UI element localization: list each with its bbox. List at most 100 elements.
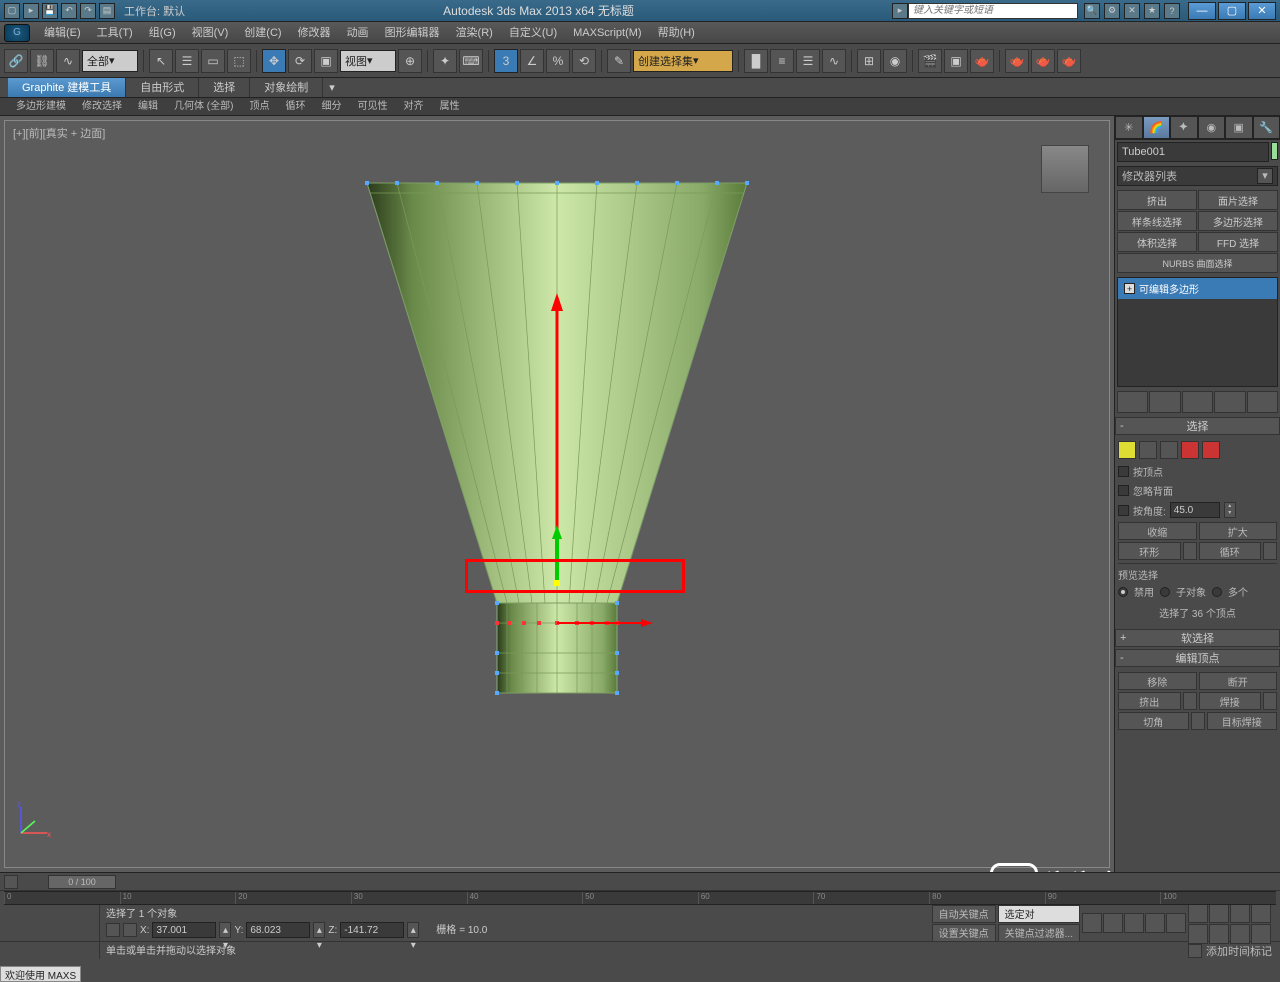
modifier-list-dd[interactable]: 修改器列表▾ [1117, 166, 1278, 186]
cmd-tab-motion-icon[interactable]: ◉ [1198, 116, 1226, 139]
ribbon-expand-icon[interactable]: ▾ [323, 78, 341, 97]
select-name-icon[interactable]: ☰ [175, 49, 199, 73]
select-icon[interactable]: ↖ [149, 49, 173, 73]
add-time-tag[interactable]: 添加时间标记 [1206, 943, 1272, 959]
ribbon-sub-modsel[interactable]: 修改选择 [74, 98, 130, 115]
modbtn-spline[interactable]: 样条线选择 [1117, 211, 1197, 231]
ribbon-sub-subdiv[interactable]: 细分 [313, 98, 349, 115]
select-rect-icon[interactable]: ▭ [201, 49, 225, 73]
app-menu-button[interactable]: G [4, 24, 30, 42]
btn-ring[interactable]: 环形 [1118, 542, 1181, 560]
subobj-border-icon[interactable] [1160, 441, 1178, 459]
coord-x-input[interactable]: 37.001 [152, 922, 216, 938]
maxscript-listener[interactable]: 欢迎使用 MAXS [0, 966, 81, 982]
timeline-lock-icon[interactable] [4, 875, 18, 889]
weld-settings[interactable] [1263, 692, 1277, 710]
track-bar-icons[interactable] [0, 905, 100, 941]
material-icon[interactable]: ◉ [883, 49, 907, 73]
stack-config-icon[interactable] [1247, 391, 1278, 413]
btn-extrude[interactable]: 挤出 [1118, 692, 1181, 710]
percent-snap-icon[interactable]: % [546, 49, 570, 73]
modbtn-extrude[interactable]: 挤出 [1117, 190, 1197, 210]
coord-z-input[interactable]: -141.72 [340, 922, 404, 938]
ribbon-tab-freeform[interactable]: 自由形式 [126, 78, 199, 97]
undo-icon[interactable]: ↶ [61, 3, 77, 19]
chk-by-vertex[interactable] [1118, 466, 1129, 477]
stack-remove-icon[interactable] [1214, 391, 1245, 413]
extrude-settings[interactable] [1183, 692, 1197, 710]
time-track[interactable]: 0 10 20 30 40 50 60 70 80 90 100 [4, 891, 1276, 905]
redo-icon[interactable]: ↷ [80, 3, 96, 19]
scale-icon[interactable]: ▣ [314, 49, 338, 73]
modbtn-vol[interactable]: 体积选择 [1117, 232, 1197, 252]
modifier-stack[interactable]: +可编辑多边形 [1117, 277, 1278, 387]
ribbon-tab-objectpaint[interactable]: 对象绘制 [250, 78, 323, 97]
menu-customize[interactable]: 自定义(U) [501, 23, 565, 43]
btn-grow[interactable]: 扩大 [1199, 522, 1278, 540]
fov-icon[interactable] [1230, 903, 1250, 923]
set-key-button[interactable]: 设置关键点 [932, 924, 996, 942]
keyboard-icon[interactable]: ⌨ [459, 49, 483, 73]
pan-icon[interactable] [1188, 903, 1208, 923]
menu-tools[interactable]: 工具(T) [89, 23, 141, 43]
ribbon-sub-polymodel[interactable]: 多边形建模 [8, 98, 74, 115]
auto-key-button[interactable]: 自动关键点 [932, 905, 996, 923]
save-icon[interactable]: 💾 [42, 3, 58, 19]
subobj-polygon-icon[interactable] [1181, 441, 1199, 459]
comm-icon[interactable]: ⚙ [1104, 3, 1120, 19]
time-slider[interactable]: 0 / 100 [48, 875, 116, 889]
menu-group[interactable]: 组(G) [141, 23, 184, 43]
btn-break[interactable]: 断开 [1199, 672, 1278, 690]
menu-edit[interactable]: 编辑(E) [36, 23, 89, 43]
cmd-tab-hierarchy-icon[interactable]: ⯌ [1170, 116, 1198, 139]
modbtn-nurbs[interactable]: NURBS 曲面选择 [1117, 253, 1278, 273]
schematic-icon[interactable]: ⊞ [857, 49, 881, 73]
menu-modifiers[interactable]: 修改器 [290, 23, 339, 43]
viewcube[interactable] [1041, 145, 1089, 193]
cmd-tab-utilities-icon[interactable]: 🔧 [1253, 116, 1280, 139]
teapot-3-icon[interactable]: 🫖 [1057, 49, 1081, 73]
bind-icon[interactable]: ∿ [56, 49, 80, 73]
next-frame-icon[interactable] [1145, 913, 1165, 933]
spinner-snap-icon[interactable]: ⟲ [572, 49, 596, 73]
menu-views[interactable]: 视图(V) [184, 23, 237, 43]
unlink-icon[interactable]: ⛓ [30, 49, 54, 73]
lock-sel-icon[interactable] [106, 923, 120, 937]
cmd-tab-modify-icon[interactable]: 🌈 [1143, 116, 1171, 139]
subobj-element-icon[interactable] [1202, 441, 1220, 459]
mirror-icon[interactable]: ▐▌ [744, 49, 768, 73]
ribbon-sub-align[interactable]: 对齐 [395, 98, 431, 115]
menu-maxscript[interactable]: MAXScript(M) [565, 23, 649, 43]
timeline[interactable]: 0 / 100 [0, 873, 1280, 891]
manip-icon[interactable]: ✦ [433, 49, 457, 73]
zoom-ext-icon[interactable] [1251, 903, 1271, 923]
link-icon[interactable]: 🔗 [4, 49, 28, 73]
minimize-button[interactable]: — [1188, 2, 1216, 20]
modbtn-face[interactable]: 面片选择 [1198, 190, 1278, 210]
prev-frame-icon[interactable] [1103, 913, 1123, 933]
object-name-input[interactable] [1117, 142, 1269, 162]
workspace-label[interactable]: 工作台: 默认 [124, 3, 185, 19]
align-icon[interactable]: ≡ [770, 49, 794, 73]
open-icon[interactable]: ▸ [23, 3, 39, 19]
menu-help[interactable]: 帮助(H) [650, 23, 703, 43]
angle-spinner-arrows[interactable]: ▴▾ [1224, 502, 1236, 518]
ref-coord-dd[interactable]: 视图 ▾ [340, 50, 396, 72]
viewport-label[interactable]: [+][前][真实 + 边面] [13, 125, 105, 141]
ribbon-tab-graphite[interactable]: Graphite 建模工具 [8, 78, 126, 97]
info-arrow-icon[interactable]: ▸ [892, 3, 908, 19]
btn-chamfer[interactable]: 切角 [1118, 712, 1189, 730]
exchange-icon[interactable]: ✕ [1124, 3, 1140, 19]
time-tag-icon[interactable] [1188, 944, 1202, 958]
help-search-input[interactable] [908, 3, 1078, 19]
pan-vp-icon[interactable] [1251, 924, 1271, 944]
radio-subobj[interactable] [1160, 587, 1170, 597]
stack-unique-icon[interactable] [1182, 391, 1213, 413]
object-color-swatch[interactable] [1271, 142, 1278, 160]
chk-by-angle[interactable] [1118, 505, 1129, 516]
close-button[interactable]: ✕ [1248, 2, 1276, 20]
render-icon[interactable]: 🫖 [970, 49, 994, 73]
rollout-softsel-header[interactable]: +软选择 [1115, 629, 1280, 647]
menu-grapheditors[interactable]: 图形编辑器 [377, 23, 448, 43]
help-icon[interactable]: ? [1164, 3, 1180, 19]
